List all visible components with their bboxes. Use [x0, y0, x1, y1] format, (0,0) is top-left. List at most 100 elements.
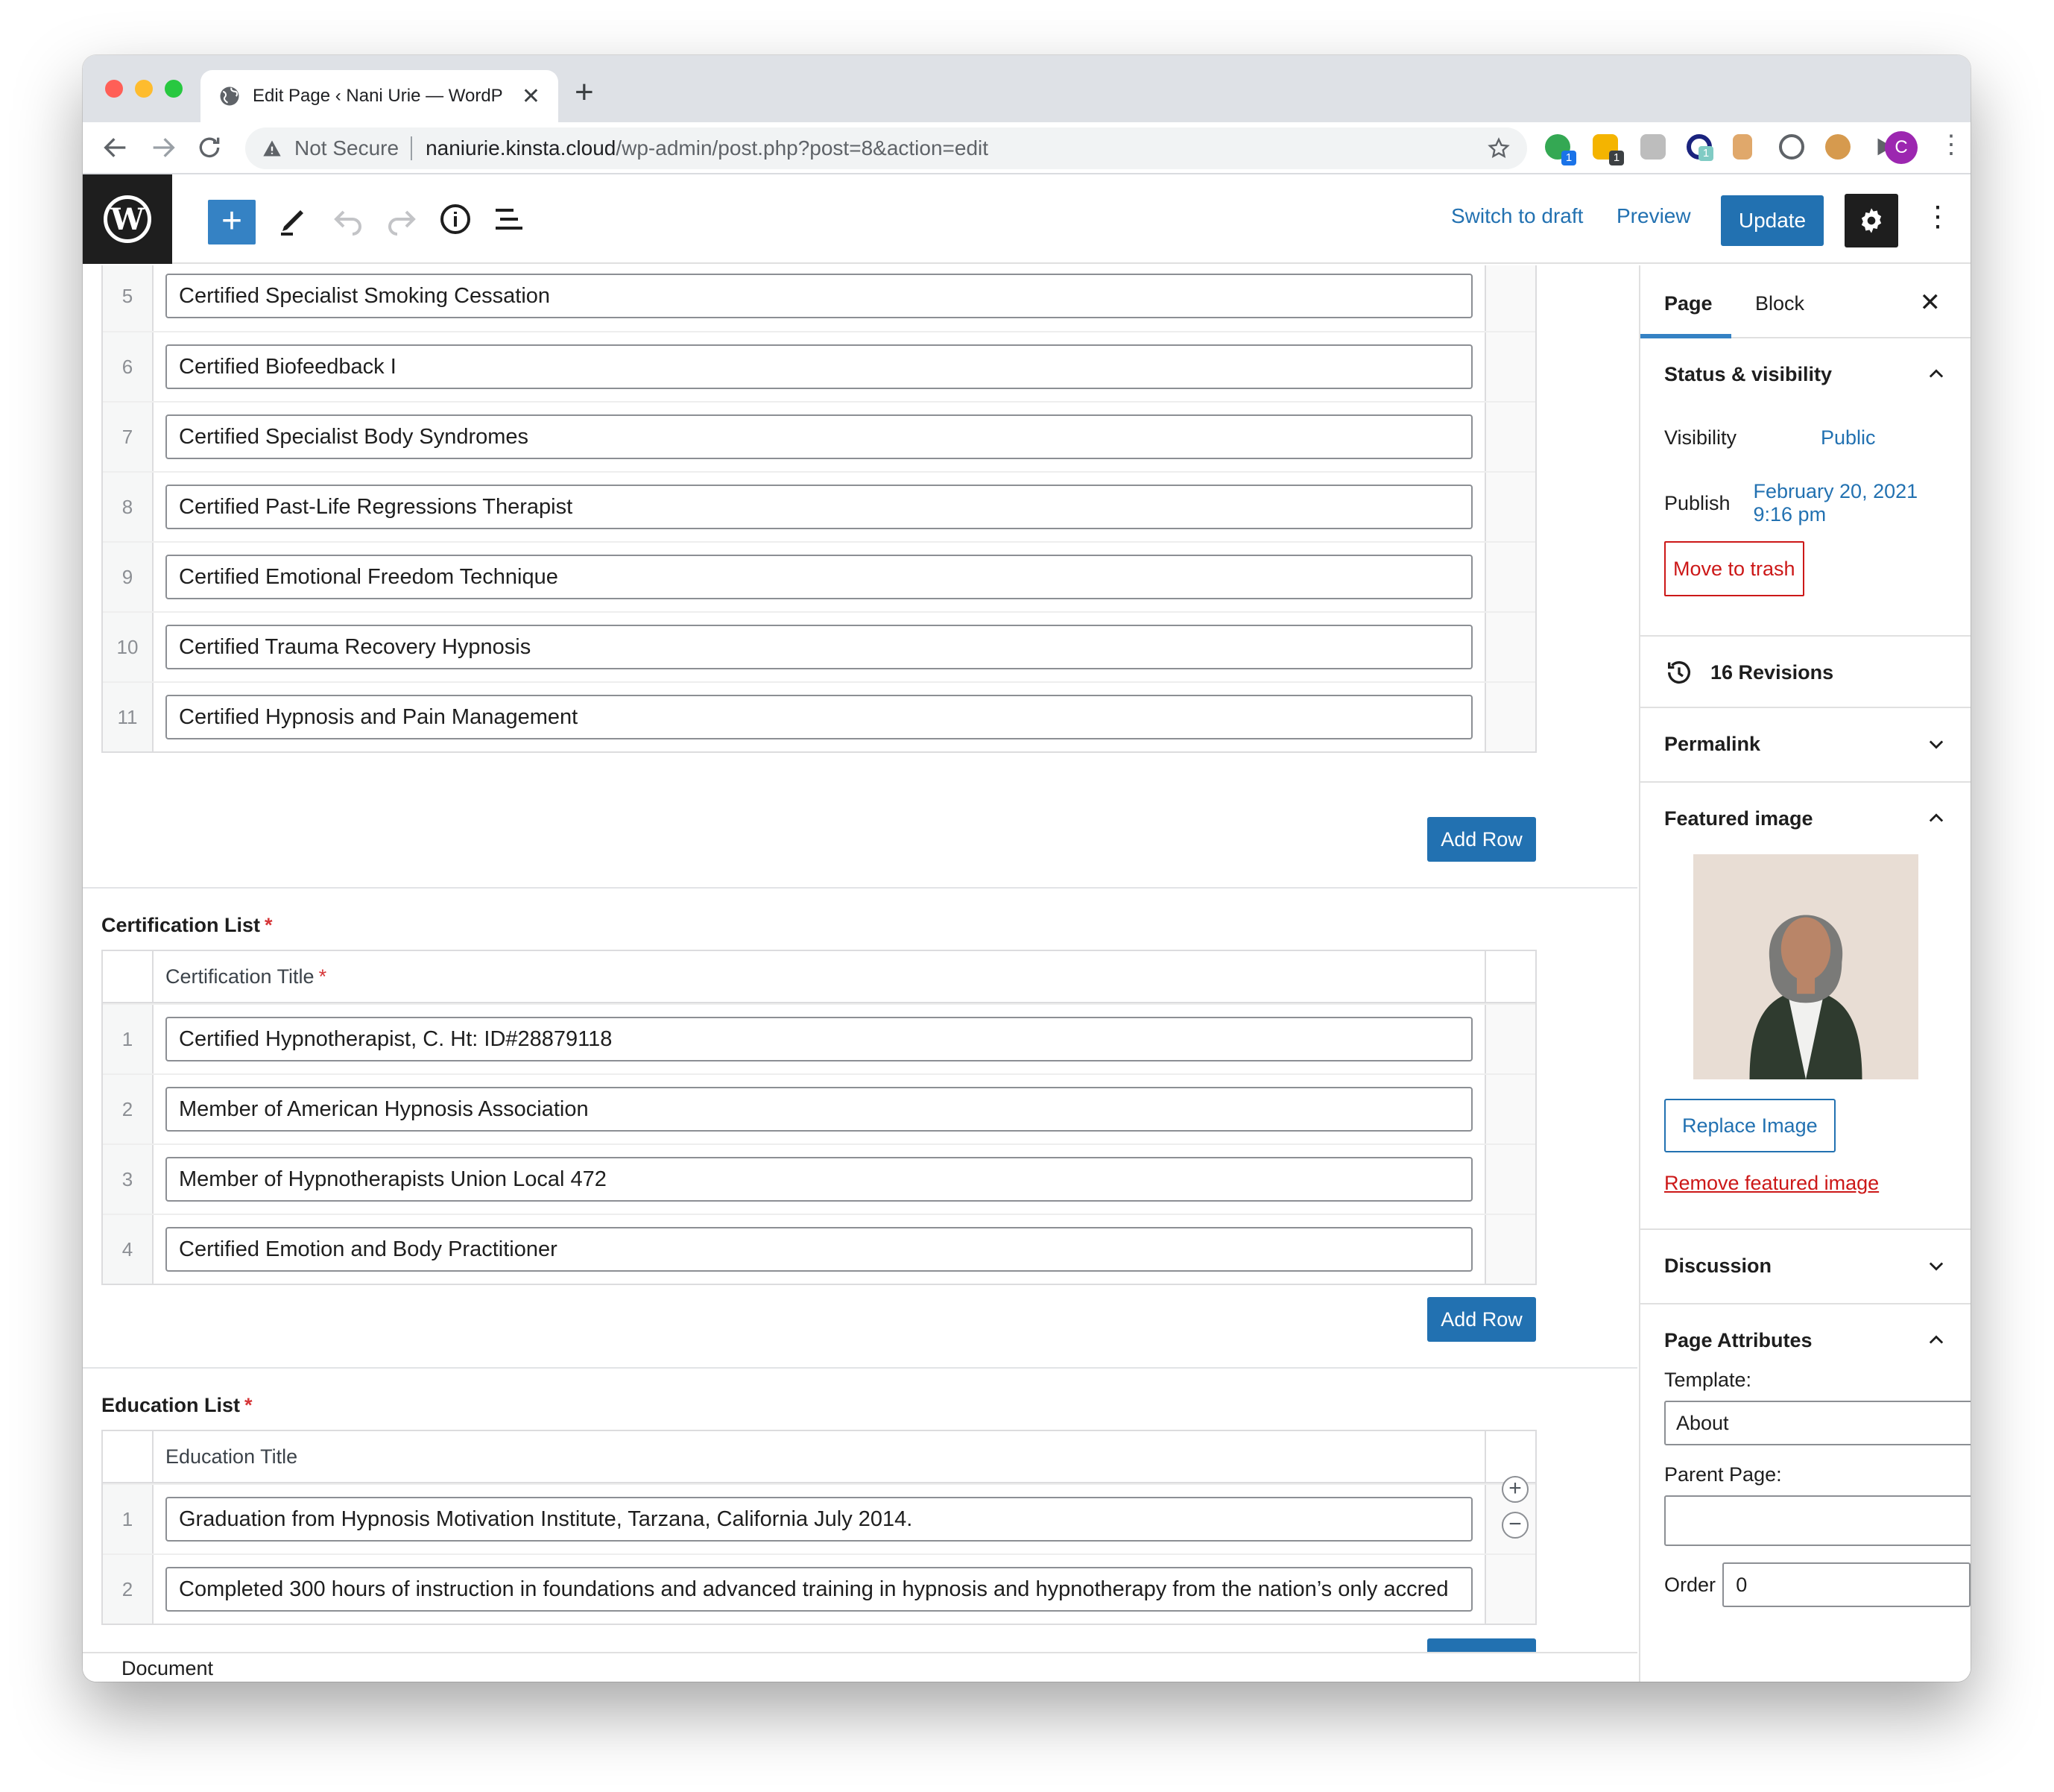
- certification-table: Certification Title * 1 Certified Hypnothe…: [101, 950, 1537, 1285]
- row-actions[interactable]: [1485, 473, 1535, 541]
- add-block-button[interactable]: +: [208, 200, 256, 244]
- row-text-input[interactable]: Member of American Hypnosis Association: [165, 1087, 1473, 1132]
- list-view-icon[interactable]: [491, 201, 527, 237]
- address-bar[interactable]: Not Secure naniurie.kinsta.cloud /wp-adm…: [245, 127, 1527, 169]
- parent-page-combobox[interactable]: ✕: [1664, 1495, 1971, 1546]
- extension-orange-icon[interactable]: [1733, 134, 1752, 160]
- table-row: 1 Graduation from Hypnosis Motivation Ins…: [103, 1483, 1535, 1553]
- move-to-trash-button[interactable]: Move to trash: [1664, 541, 1804, 596]
- close-tab-icon[interactable]: ✕: [522, 83, 540, 110]
- browser-tab[interactable]: Edit Page ‹ Nani Urie — WordP ✕: [200, 70, 558, 122]
- extension-green-icon[interactable]: 1: [1545, 134, 1576, 165]
- settings-gear-button[interactable]: [1845, 194, 1898, 247]
- breadcrumb[interactable]: Document: [83, 1652, 1637, 1682]
- row-actions[interactable]: [1485, 332, 1535, 401]
- panel-toggle[interactable]: Page Attributes: [1640, 1304, 1971, 1376]
- publish-date[interactable]: February 20, 2021 9:16 pm: [1754, 480, 1947, 526]
- row-actions[interactable]: [1485, 683, 1535, 751]
- row-actions[interactable]: [1485, 613, 1535, 681]
- maximize-window-button[interactable]: [165, 80, 183, 98]
- add-row-button[interactable]: Add Row: [1427, 1297, 1536, 1342]
- visibility-value[interactable]: Public: [1821, 426, 1876, 449]
- row-text-input[interactable]: Certified Specialist Body Syndromes: [165, 414, 1473, 459]
- chrome-menu-icon[interactable]: ⋮: [1938, 130, 1964, 160]
- profile-avatar[interactable]: C: [1885, 131, 1918, 164]
- row-number[interactable]: 8: [103, 473, 154, 541]
- panel-toggle[interactable]: Discussion: [1640, 1230, 1971, 1302]
- close-sidebar-icon[interactable]: ✕: [1920, 288, 1941, 318]
- row-number[interactable]: 9: [103, 543, 154, 611]
- row-text-input[interactable]: Certified Specialist Smoking Cessation: [165, 274, 1473, 318]
- row-actions[interactable]: [1485, 265, 1535, 331]
- row-text-input[interactable]: Certified Hypnotherapist, C. Ht: ID#2887…: [165, 1017, 1473, 1061]
- redo-icon[interactable]: [384, 201, 420, 237]
- row-number[interactable]: 2: [103, 1555, 154, 1624]
- row-text-input[interactable]: Certified Emotional Freedom Technique: [165, 555, 1473, 599]
- panel-toggle[interactable]: Permalink: [1640, 708, 1971, 780]
- order-input[interactable]: 0: [1722, 1562, 1971, 1607]
- switch-to-draft-button[interactable]: Switch to draft: [1451, 204, 1583, 228]
- row-actions[interactable]: [1485, 1555, 1535, 1624]
- back-icon[interactable]: [101, 133, 130, 163]
- row-text-input[interactable]: Certified Biofeedback I: [165, 344, 1473, 389]
- row-number[interactable]: 2: [103, 1075, 154, 1143]
- row-text-input[interactable]: Certified Hypnosis and Pain Management: [165, 695, 1473, 739]
- featured-image-thumbnail[interactable]: [1693, 854, 1918, 1079]
- add-row-plus-icon[interactable]: +: [1502, 1476, 1529, 1503]
- row-actions[interactable]: [1485, 403, 1535, 471]
- tab-page[interactable]: Page: [1664, 292, 1713, 315]
- row-actions[interactable]: [1485, 1005, 1535, 1073]
- education-list-title: Education List: [101, 1394, 241, 1416]
- row-number[interactable]: 3: [103, 1145, 154, 1214]
- template-select[interactable]: About⌄: [1664, 1401, 1971, 1445]
- extension-blue-icon[interactable]: 1: [1687, 134, 1713, 161]
- row-actions[interactable]: [1485, 1075, 1535, 1143]
- new-tab-button[interactable]: +: [575, 76, 594, 109]
- more-options-icon[interactable]: ⋮: [1924, 200, 1952, 233]
- panel-toggle[interactable]: Status & visibility: [1640, 338, 1971, 410]
- row-number[interactable]: 4: [103, 1215, 154, 1284]
- preview-button[interactable]: Preview: [1617, 204, 1691, 228]
- forward-icon[interactable]: [148, 133, 178, 163]
- row-number[interactable]: 6: [103, 332, 154, 401]
- row-actions[interactable]: [1485, 543, 1535, 611]
- row-number[interactable]: 11: [103, 683, 154, 751]
- undo-icon[interactable]: [330, 201, 366, 237]
- remove-row-minus-icon[interactable]: −: [1502, 1512, 1529, 1539]
- extension-grey-icon[interactable]: [1640, 134, 1666, 160]
- revisions-panel[interactable]: 16 Revisions: [1640, 637, 1971, 708]
- minimize-window-button[interactable]: [135, 80, 153, 98]
- row-actions[interactable]: [1485, 1145, 1535, 1214]
- panel-toggle[interactable]: Featured image: [1640, 783, 1971, 854]
- row-number[interactable]: 5: [103, 265, 154, 331]
- row-text-input[interactable]: Certified Past-Life Regressions Therapis…: [165, 485, 1473, 529]
- row-number[interactable]: 1: [103, 1005, 154, 1073]
- reload-icon[interactable]: [195, 133, 224, 163]
- update-button[interactable]: Update: [1721, 195, 1824, 246]
- wordpress-logo-icon[interactable]: W: [83, 174, 172, 264]
- extension-record-icon[interactable]: [1779, 134, 1804, 160]
- table-row: 2 Completed 300 hours of instruction in f…: [103, 1553, 1535, 1624]
- row-actions[interactable]: [1485, 1215, 1535, 1284]
- row-number[interactable]: 7: [103, 403, 154, 471]
- details-info-icon[interactable]: [437, 201, 473, 237]
- row-number[interactable]: 1: [103, 1485, 154, 1553]
- row-text-input[interactable]: Certified Emotion and Body Practitioner: [165, 1227, 1473, 1272]
- row-text-input[interactable]: Graduation from Hypnosis Motivation Inst…: [165, 1497, 1473, 1542]
- extension-badge: 1: [1609, 151, 1624, 165]
- add-row-button[interactable]: Add Row: [1427, 817, 1536, 862]
- row-text-input[interactable]: Member of Hypnotherapists Union Local 47…: [165, 1157, 1473, 1202]
- row-number[interactable]: 10: [103, 613, 154, 681]
- row-text-input[interactable]: Completed 300 hours of instruction in fo…: [165, 1567, 1473, 1612]
- extension-yellow-icon[interactable]: 1: [1593, 134, 1624, 165]
- close-window-button[interactable]: [105, 80, 123, 98]
- edit-tools-icon[interactable]: [276, 201, 312, 237]
- revisions-link[interactable]: 16 Revisions: [1640, 637, 1971, 708]
- add-row-button[interactable]: Add Row: [1427, 1638, 1536, 1652]
- tab-block[interactable]: Block: [1755, 292, 1804, 315]
- bookmark-star-icon[interactable]: [1487, 136, 1511, 160]
- remove-featured-image-link[interactable]: Remove featured image: [1664, 1172, 1879, 1194]
- row-text-input[interactable]: Certified Trauma Recovery Hypnosis: [165, 625, 1473, 669]
- replace-image-button[interactable]: Replace Image: [1664, 1099, 1836, 1152]
- extension-cookie-icon[interactable]: [1825, 134, 1851, 160]
